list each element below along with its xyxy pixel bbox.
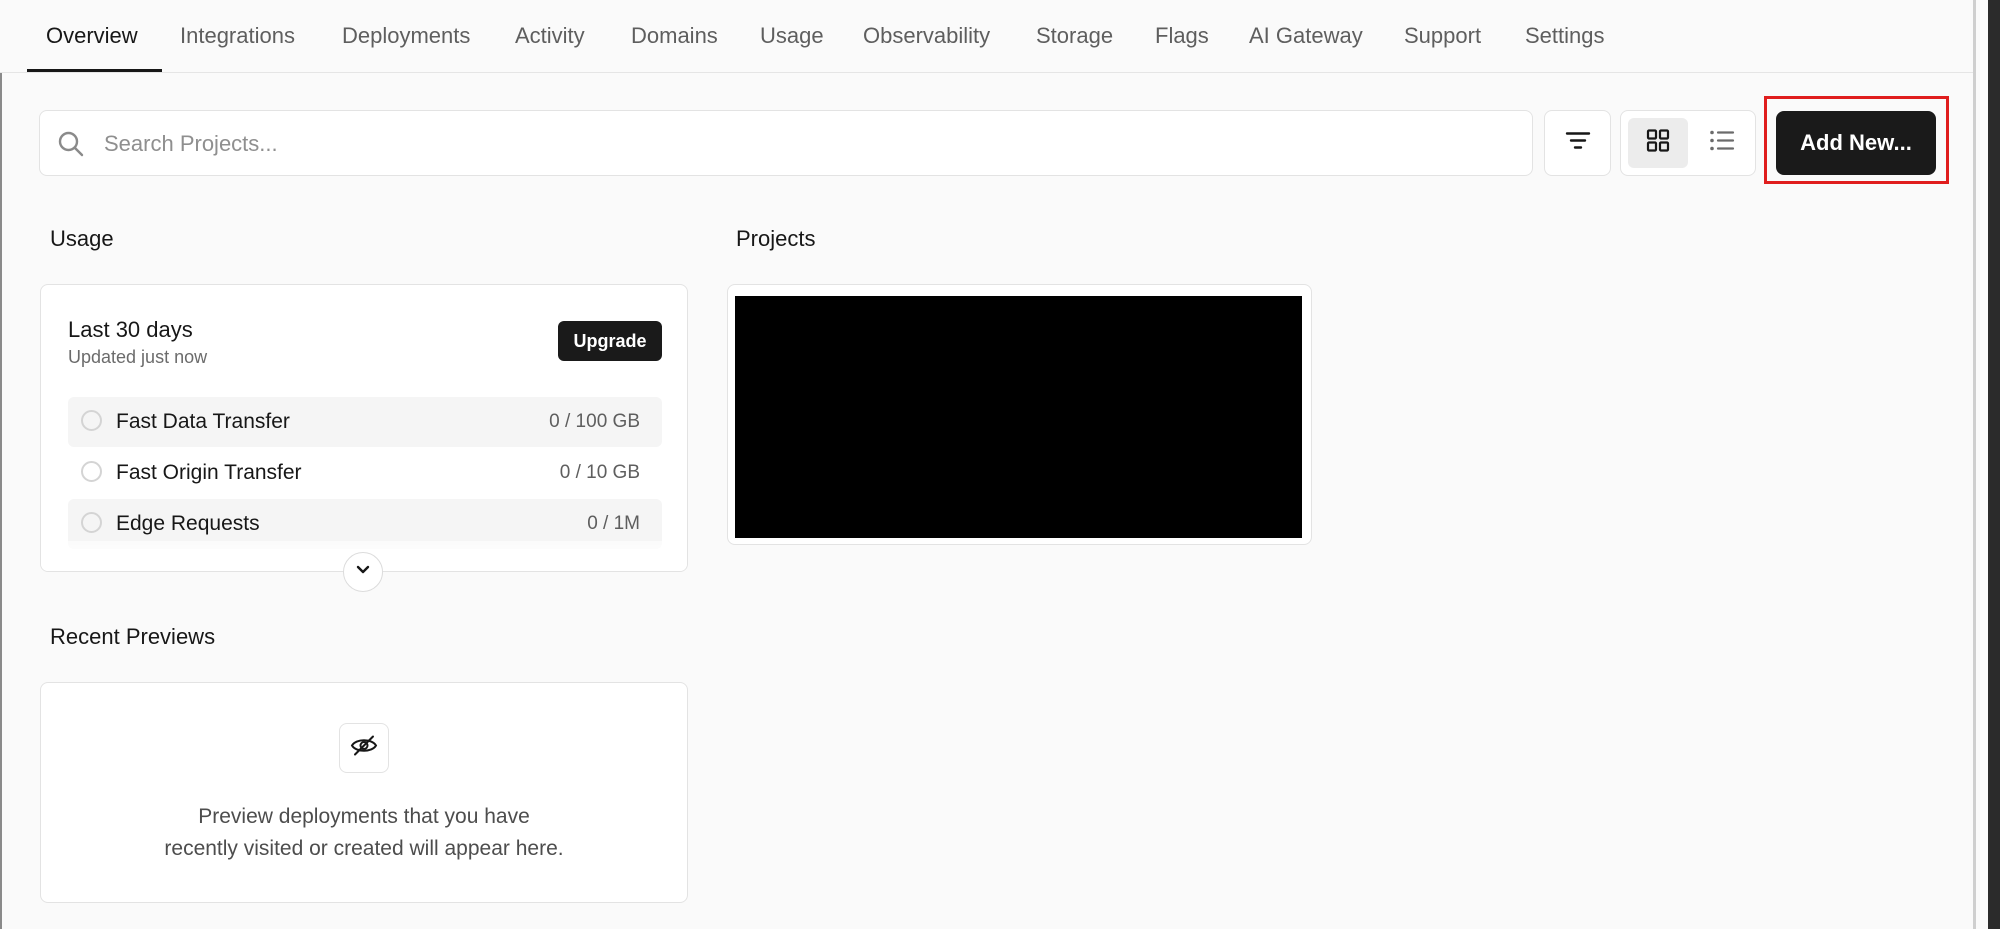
previews-empty-message-line-2: recently visited or created will appear …	[164, 837, 564, 860]
active-tab-indicator	[27, 69, 162, 72]
filter-icon	[1565, 130, 1591, 157]
tab-flags[interactable]: Flags	[1155, 0, 1209, 72]
tab-integrations[interactable]: Integrations	[180, 0, 295, 72]
project-thumbnail[interactable]	[735, 296, 1302, 538]
previews-empty-message-line-1: Preview deployments that you have	[198, 805, 530, 828]
usage-card: Last 30 days Updated just now Upgrade Fa…	[40, 284, 688, 572]
search-icon	[56, 129, 86, 164]
tab-settings[interactable]: Settings	[1525, 0, 1605, 72]
list-icon	[1709, 129, 1735, 158]
tab-activity[interactable]: Activity	[515, 0, 585, 72]
usage-updated-text: Updated just now	[68, 347, 208, 367]
previews-empty-icon-box	[339, 723, 389, 773]
tab-deployments[interactable]: Deployments	[342, 0, 470, 72]
usage-row-label: Fast Origin Transfer	[116, 461, 302, 484]
upgrade-button[interactable]: Upgrade	[558, 321, 662, 361]
usage-row-fast-data-transfer[interactable]: Fast Data Transfer 0 / 100 GB	[68, 397, 662, 447]
tab-observability[interactable]: Observability	[863, 0, 990, 72]
usage-row-fast-origin-transfer[interactable]: Fast Origin Transfer 0 / 10 GB	[68, 448, 662, 498]
expand-usage-button[interactable]	[343, 552, 383, 592]
chevron-down-icon	[355, 563, 371, 581]
add-new-button[interactable]: Add New...	[1776, 111, 1936, 175]
tab-support[interactable]: Support	[1404, 0, 1481, 72]
tab-domains[interactable]: Domains	[631, 0, 718, 72]
grid-icon	[1646, 129, 1670, 158]
list-view-button[interactable]	[1692, 118, 1752, 168]
previews-empty-message: Preview deployments that you have recent…	[41, 801, 687, 865]
projects-section-title: Projects	[736, 226, 816, 251]
search-input[interactable]	[102, 111, 1506, 177]
window-left-edge	[0, 0, 2, 929]
grid-view-button[interactable]	[1628, 118, 1688, 168]
top-navigation-tabs: Overview Integrations Deployments Activi…	[0, 0, 1973, 73]
usage-progress-circle-icon	[81, 461, 102, 482]
filter-button[interactable]	[1544, 110, 1611, 176]
usage-progress-circle-icon	[81, 512, 102, 533]
tab-ai-gateway[interactable]: AI Gateway	[1249, 0, 1363, 72]
recent-previews-card: Preview deployments that you have recent…	[40, 682, 688, 903]
tab-storage[interactable]: Storage	[1036, 0, 1113, 72]
usage-row-value: 0 / 10 GB	[559, 462, 640, 483]
tab-overview[interactable]: Overview	[46, 0, 138, 72]
search-box	[39, 110, 1533, 177]
usage-period: Last 30 days	[68, 317, 193, 342]
usage-progress-circle-icon	[81, 410, 102, 431]
window-right-scrollbar[interactable]	[1988, 0, 2000, 929]
recent-previews-section-title: Recent Previews	[50, 624, 216, 649]
eye-off-icon	[350, 734, 378, 763]
view-mode-toggle	[1620, 110, 1756, 176]
tab-usage[interactable]: Usage	[760, 0, 824, 72]
usage-row-value: 0 / 100 GB	[549, 411, 640, 432]
project-card[interactable]	[727, 284, 1312, 545]
usage-row-label: Fast Data Transfer	[116, 410, 290, 433]
usage-section-title: Usage	[50, 226, 114, 251]
